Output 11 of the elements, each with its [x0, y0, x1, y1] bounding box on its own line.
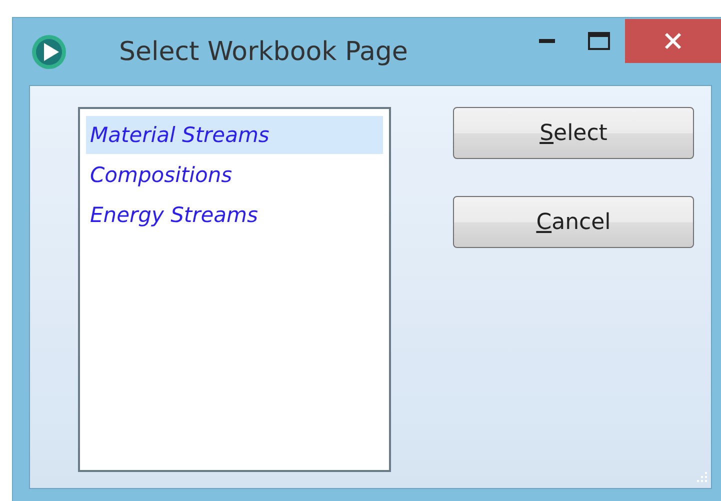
cancel-button[interactable]: Cancel: [453, 196, 694, 248]
close-button[interactable]: [625, 18, 721, 62]
list-item[interactable]: Energy Streams: [86, 196, 383, 234]
maximize-icon: [588, 32, 610, 50]
close-icon: [663, 30, 683, 50]
select-button[interactable]: Select: [453, 107, 694, 159]
list-item[interactable]: Material Streams: [86, 116, 383, 154]
minimize-icon: [539, 38, 555, 42]
play-icon: [31, 34, 67, 70]
list-item[interactable]: Compositions: [86, 156, 383, 194]
window-title: Select Workbook Page: [119, 36, 409, 66]
